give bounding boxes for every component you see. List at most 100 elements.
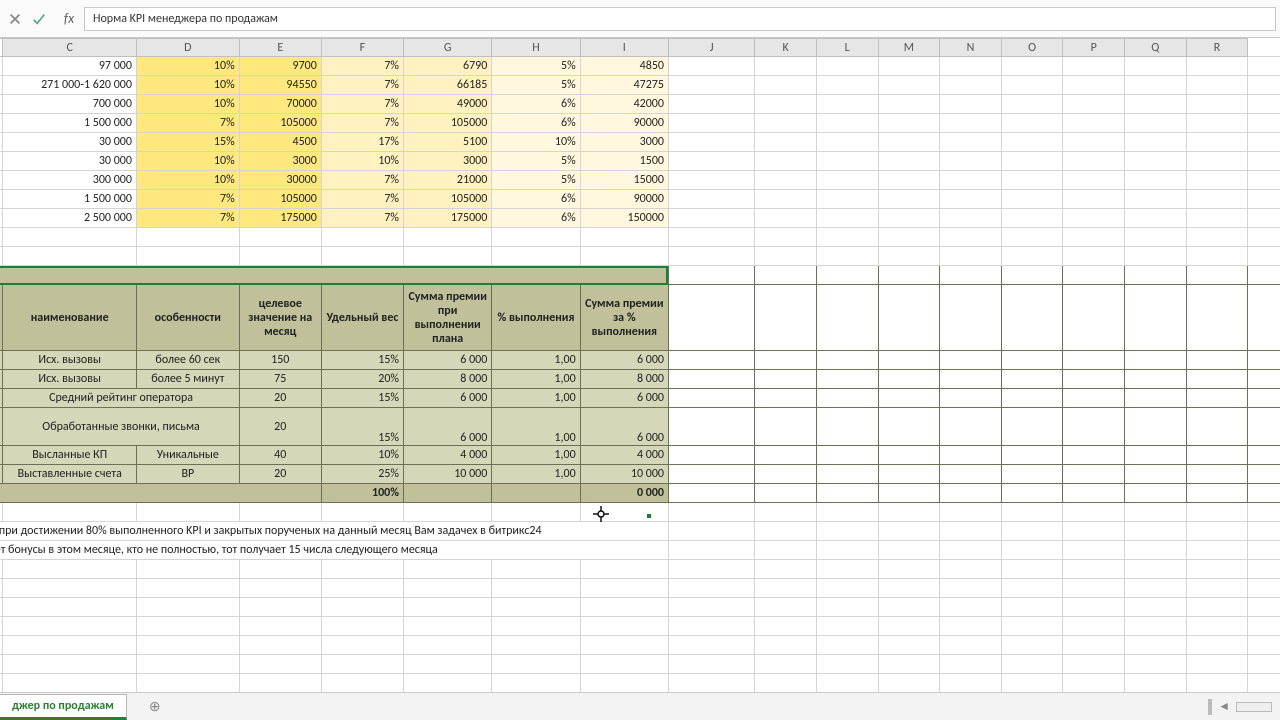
cell[interactable] bbox=[580, 579, 668, 598]
cell[interactable] bbox=[492, 636, 580, 655]
cell[interactable]: Высланные КП bbox=[3, 446, 137, 465]
column-header[interactable]: L bbox=[816, 39, 878, 57]
cell[interactable]: 25% bbox=[321, 465, 403, 484]
cell[interactable] bbox=[878, 152, 940, 171]
cell[interactable] bbox=[816, 636, 878, 655]
cell[interactable] bbox=[1001, 617, 1063, 636]
cell[interactable] bbox=[1248, 446, 1280, 465]
cell[interactable]: 6 000 bbox=[404, 408, 492, 446]
cell[interactable]: 3000 bbox=[239, 152, 321, 171]
cell[interactable]: 42000 bbox=[580, 95, 668, 114]
cell[interactable] bbox=[940, 285, 1002, 351]
cell[interactable] bbox=[492, 484, 580, 503]
cell[interactable] bbox=[1186, 266, 1248, 285]
cell[interactable] bbox=[1125, 114, 1187, 133]
cell[interactable]: 7% bbox=[136, 114, 239, 133]
cell[interactable] bbox=[940, 465, 1002, 484]
column-header[interactable]: R bbox=[1186, 39, 1248, 57]
cell[interactable] bbox=[1186, 503, 1248, 522]
cell[interactable] bbox=[1186, 247, 1248, 266]
cell[interactable]: 1,00 bbox=[492, 465, 580, 484]
cell[interactable] bbox=[755, 674, 817, 693]
cell[interactable] bbox=[1186, 370, 1248, 389]
cell[interactable]: 7% bbox=[321, 95, 403, 114]
cell[interactable] bbox=[1248, 598, 1280, 617]
cell[interactable] bbox=[1248, 655, 1280, 674]
cell[interactable] bbox=[755, 408, 817, 446]
cell[interactable] bbox=[755, 190, 817, 209]
cell[interactable] bbox=[1001, 285, 1063, 351]
cell[interactable]: 15% bbox=[321, 389, 403, 408]
cell[interactable] bbox=[321, 228, 403, 247]
cell[interactable] bbox=[1001, 655, 1063, 674]
cell[interactable] bbox=[668, 598, 754, 617]
cell[interactable] bbox=[816, 560, 878, 579]
column-header[interactable]: C bbox=[3, 39, 137, 57]
cell[interactable] bbox=[878, 598, 940, 617]
cell[interactable] bbox=[1186, 95, 1248, 114]
cell[interactable] bbox=[1248, 285, 1280, 351]
cell[interactable] bbox=[1001, 228, 1063, 247]
cell[interactable]: 15% bbox=[321, 351, 403, 370]
cell[interactable]: 1500 bbox=[580, 152, 668, 171]
cell[interactable] bbox=[1125, 465, 1187, 484]
cell[interactable]: 6 000 bbox=[404, 389, 492, 408]
cell[interactable] bbox=[816, 522, 878, 541]
cell[interactable] bbox=[940, 266, 1002, 285]
cell[interactable] bbox=[668, 560, 754, 579]
cell[interactable] bbox=[940, 446, 1002, 465]
cell[interactable]: 10% bbox=[136, 152, 239, 171]
cell[interactable] bbox=[239, 247, 321, 266]
cell[interactable] bbox=[668, 617, 754, 636]
cell[interactable] bbox=[755, 171, 817, 190]
cell[interactable]: 5% bbox=[492, 171, 580, 190]
cell[interactable]: 6% bbox=[492, 190, 580, 209]
spreadsheet-grid[interactable]: CDEFGHIJKLMNOPQR97 00010%97007%67905%485… bbox=[0, 38, 1280, 692]
cell[interactable] bbox=[1186, 114, 1248, 133]
cell[interactable] bbox=[816, 152, 878, 171]
cell[interactable] bbox=[1125, 171, 1187, 190]
cell[interactable] bbox=[816, 541, 878, 560]
cell[interactable] bbox=[878, 370, 940, 389]
cell[interactable]: 15% bbox=[136, 133, 239, 152]
cell[interactable] bbox=[1186, 209, 1248, 228]
cell[interactable] bbox=[668, 370, 754, 389]
cell[interactable] bbox=[878, 541, 940, 560]
cell[interactable]: 20 bbox=[239, 389, 321, 408]
cell[interactable] bbox=[1125, 95, 1187, 114]
cell[interactable] bbox=[321, 247, 403, 266]
cell[interactable] bbox=[1001, 95, 1063, 114]
cell[interactable] bbox=[940, 617, 1002, 636]
confirm-icon[interactable] bbox=[32, 12, 46, 26]
cell[interactable] bbox=[492, 579, 580, 598]
cell[interactable]: 75 bbox=[239, 370, 321, 389]
cell[interactable] bbox=[1063, 408, 1125, 446]
cell[interactable] bbox=[878, 636, 940, 655]
cell[interactable] bbox=[1125, 541, 1187, 560]
cell[interactable]: 6 000 bbox=[580, 408, 668, 446]
cell[interactable]: 40 bbox=[239, 446, 321, 465]
cell[interactable]: 9700 bbox=[239, 57, 321, 76]
cell[interactable] bbox=[755, 446, 817, 465]
cell[interactable] bbox=[321, 503, 403, 522]
cell[interactable] bbox=[668, 285, 754, 351]
cell[interactable]: 8 000 bbox=[404, 370, 492, 389]
cell[interactable] bbox=[878, 617, 940, 636]
column-header[interactable]: K bbox=[755, 39, 817, 57]
cell[interactable]: особенности bbox=[136, 285, 239, 351]
column-header[interactable]: N bbox=[940, 39, 1002, 57]
cell[interactable]: 10% bbox=[321, 152, 403, 171]
cell[interactable]: 30 000 bbox=[3, 133, 137, 152]
cell[interactable] bbox=[3, 579, 137, 598]
cell[interactable]: 17% bbox=[321, 133, 403, 152]
cell[interactable] bbox=[1248, 228, 1280, 247]
cell[interactable]: Выставленные счета bbox=[3, 465, 137, 484]
cell[interactable] bbox=[668, 57, 754, 76]
cell[interactable] bbox=[878, 484, 940, 503]
cell[interactable]: 6% bbox=[492, 114, 580, 133]
cell[interactable] bbox=[580, 655, 668, 674]
cell[interactable]: 7% bbox=[321, 76, 403, 95]
cell[interactable]: 0 000 bbox=[580, 484, 668, 503]
cell[interactable]: 1,00 bbox=[492, 351, 580, 370]
cell[interactable] bbox=[1001, 408, 1063, 446]
